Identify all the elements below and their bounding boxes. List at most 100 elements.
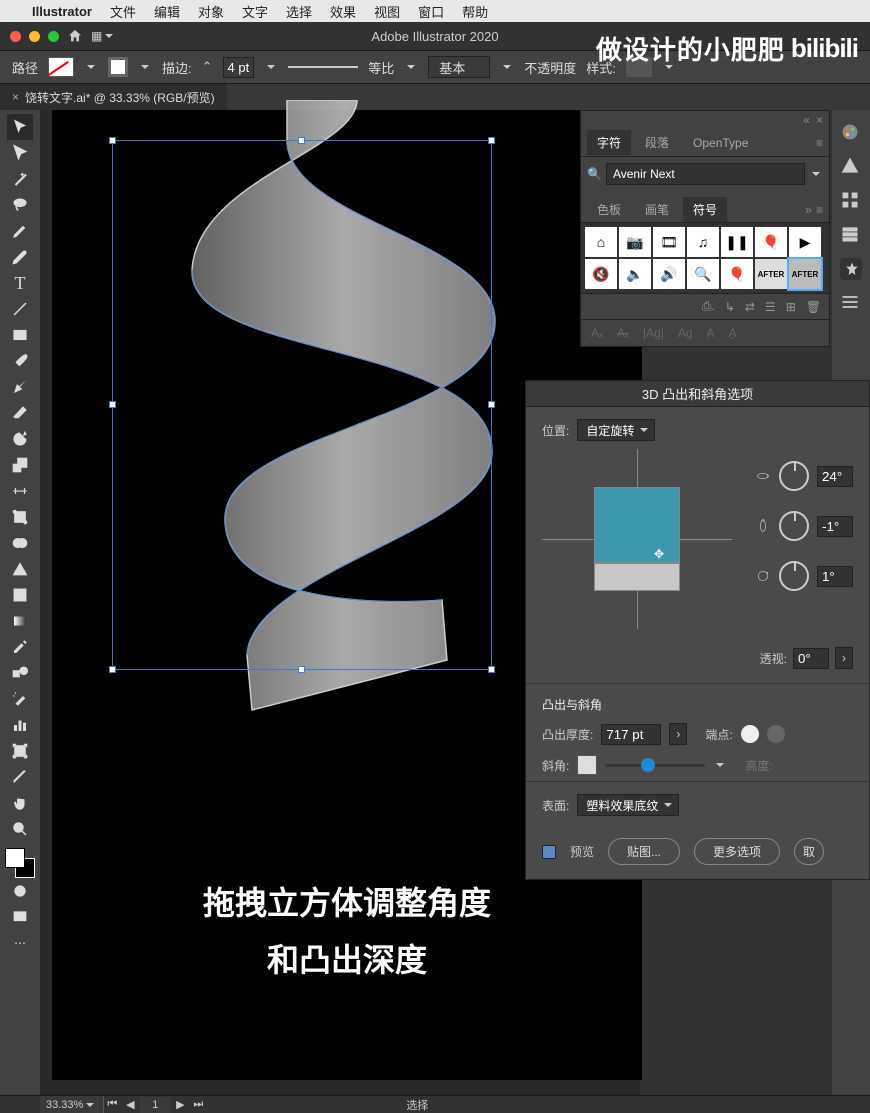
direct-selection-tool[interactable] [7, 140, 33, 166]
surface-dropdown[interactable]: 塑料效果底纹 [577, 794, 679, 816]
stroke-weight-dropdown[interactable] [264, 60, 278, 74]
bevel-dropdown[interactable] [713, 758, 727, 772]
tab-paragraph[interactable]: 段落 [635, 130, 679, 155]
rotate-x-input[interactable] [817, 466, 853, 487]
symbol-balloon[interactable]: 🎈 [755, 227, 787, 257]
rotation-cube[interactable]: ✥ [594, 487, 680, 591]
symbols-panel-icon[interactable] [840, 258, 862, 280]
symbol-balloon-2[interactable]: 🎈 [721, 259, 753, 289]
symbol-music[interactable]: ♫ [687, 227, 719, 257]
line-tool[interactable] [7, 296, 33, 322]
library-menu-icon[interactable]: ⎙. [702, 299, 715, 314]
perspective-input[interactable] [793, 648, 829, 669]
type-tool[interactable]: T [7, 270, 33, 296]
cap-off-button[interactable] [767, 725, 785, 743]
panel-menu-icon-2[interactable]: ≡ [816, 203, 823, 217]
symbol-vol-low[interactable]: 🔈 [619, 259, 651, 289]
place-symbol-icon[interactable]: ↳ [725, 300, 735, 314]
glyph-icon-4[interactable]: Ag [678, 326, 693, 340]
selection-bounding-box[interactable] [112, 140, 492, 670]
symbol-home[interactable]: ⌂ [585, 227, 617, 257]
swatches-panel-icon[interactable] [840, 224, 862, 246]
resize-handle-s[interactable] [298, 666, 305, 673]
perspective-grid-tool[interactable] [7, 556, 33, 582]
close-tab-icon[interactable]: × [12, 90, 19, 104]
stroke-dropdown[interactable] [138, 60, 152, 74]
arrange-documents-button[interactable]: ▦ [91, 27, 113, 45]
fill-dropdown[interactable] [84, 60, 98, 74]
app-name[interactable]: Illustrator [32, 4, 92, 19]
slice-tool[interactable] [7, 764, 33, 790]
rotate-y-dial[interactable] [779, 511, 809, 541]
rotate-x-dial[interactable] [779, 461, 809, 491]
more-options-button[interactable]: 更多选项 [694, 838, 780, 865]
menu-effect[interactable]: 效果 [330, 2, 356, 21]
zoom-level-dropdown[interactable]: 33.33% [40, 1096, 104, 1113]
minimize-window-button[interactable] [29, 31, 40, 42]
magic-wand-tool[interactable] [7, 166, 33, 192]
menu-view[interactable]: 视图 [374, 2, 400, 21]
cap-on-button[interactable] [741, 725, 759, 743]
rotate-z-dial[interactable] [779, 561, 809, 591]
stroke-swatch[interactable] [108, 57, 128, 77]
symbol-camera[interactable]: 📷 [619, 227, 651, 257]
column-graph-tool[interactable] [7, 712, 33, 738]
eyedropper-tool[interactable] [7, 634, 33, 660]
tab-symbols[interactable]: 符号 [683, 197, 727, 222]
rectangle-tool[interactable] [7, 322, 33, 348]
resize-handle-se[interactable] [488, 666, 495, 673]
rotate-tool[interactable] [7, 426, 33, 452]
eraser-tool[interactable] [7, 400, 33, 426]
menu-type[interactable]: 文字 [242, 2, 268, 21]
rotation-trackball[interactable]: ✥ [542, 449, 732, 629]
tab-brushes[interactable]: 画笔 [635, 197, 679, 222]
extrude-depth-input[interactable] [601, 724, 661, 745]
artboard-tool[interactable] [7, 738, 33, 764]
symbol-search[interactable]: 🔍 [687, 259, 719, 289]
opacity-label[interactable]: 不透明度 [524, 58, 576, 77]
stroke-weight-input[interactable]: 4 pt [223, 57, 255, 78]
tab-opentype[interactable]: OpenType [683, 132, 758, 154]
glyph-icon-5[interactable]: A [707, 326, 715, 340]
panel-menu-icon[interactable]: ≡ [816, 136, 823, 150]
symbol-options-icon[interactable]: ☰ [765, 300, 776, 314]
prev-artboard-button[interactable]: ◀ [122, 1097, 138, 1113]
menu-window[interactable]: 窗口 [418, 2, 444, 21]
glyph-icon[interactable]: Aₓ [591, 326, 603, 340]
glyph-icon-3[interactable]: |Ag| [643, 326, 664, 340]
search-icon[interactable]: 🔍 [587, 167, 602, 181]
symbol-vol-high[interactable]: 🔊 [653, 259, 685, 289]
blend-tool[interactable] [7, 660, 33, 686]
brush-definition-dropdown[interactable]: 基本 [428, 56, 490, 78]
fill-swatch[interactable] [48, 57, 74, 77]
map-art-button[interactable]: 贴图... [608, 838, 680, 865]
resize-handle-e[interactable] [488, 401, 495, 408]
resize-handle-n[interactable] [298, 137, 305, 144]
bevel-slider-thumb[interactable] [641, 758, 655, 772]
curvature-tool[interactable] [7, 244, 33, 270]
resize-handle-ne[interactable] [488, 137, 495, 144]
properties-panel-icon[interactable] [840, 190, 862, 212]
mesh-tool[interactable] [7, 582, 33, 608]
selection-tool[interactable] [7, 114, 33, 140]
screen-mode-button[interactable] [7, 904, 33, 930]
symbol-after-1[interactable]: AFTER [755, 259, 787, 289]
font-dropdown[interactable] [809, 167, 823, 181]
resize-handle-nw[interactable] [109, 137, 116, 144]
fill-stroke-colors[interactable] [5, 848, 35, 878]
zoom-tool[interactable] [7, 816, 33, 842]
close-panel-icon[interactable]: × [816, 113, 823, 127]
resize-handle-sw[interactable] [109, 666, 116, 673]
depth-stepper[interactable]: › [669, 723, 687, 745]
paintbrush-tool[interactable] [7, 348, 33, 374]
new-symbol-icon[interactable]: ⊞ [786, 300, 796, 314]
zoom-window-button[interactable] [48, 31, 59, 42]
shaper-tool[interactable] [7, 374, 33, 400]
lasso-tool[interactable] [7, 192, 33, 218]
stroke-profile[interactable] [288, 66, 358, 68]
glyph-icon-2[interactable]: Aₓ [617, 326, 629, 340]
pen-tool[interactable] [7, 218, 33, 244]
menu-edit[interactable]: 编辑 [154, 2, 180, 21]
menu-select[interactable]: 选择 [286, 2, 312, 21]
width-tool[interactable] [7, 478, 33, 504]
